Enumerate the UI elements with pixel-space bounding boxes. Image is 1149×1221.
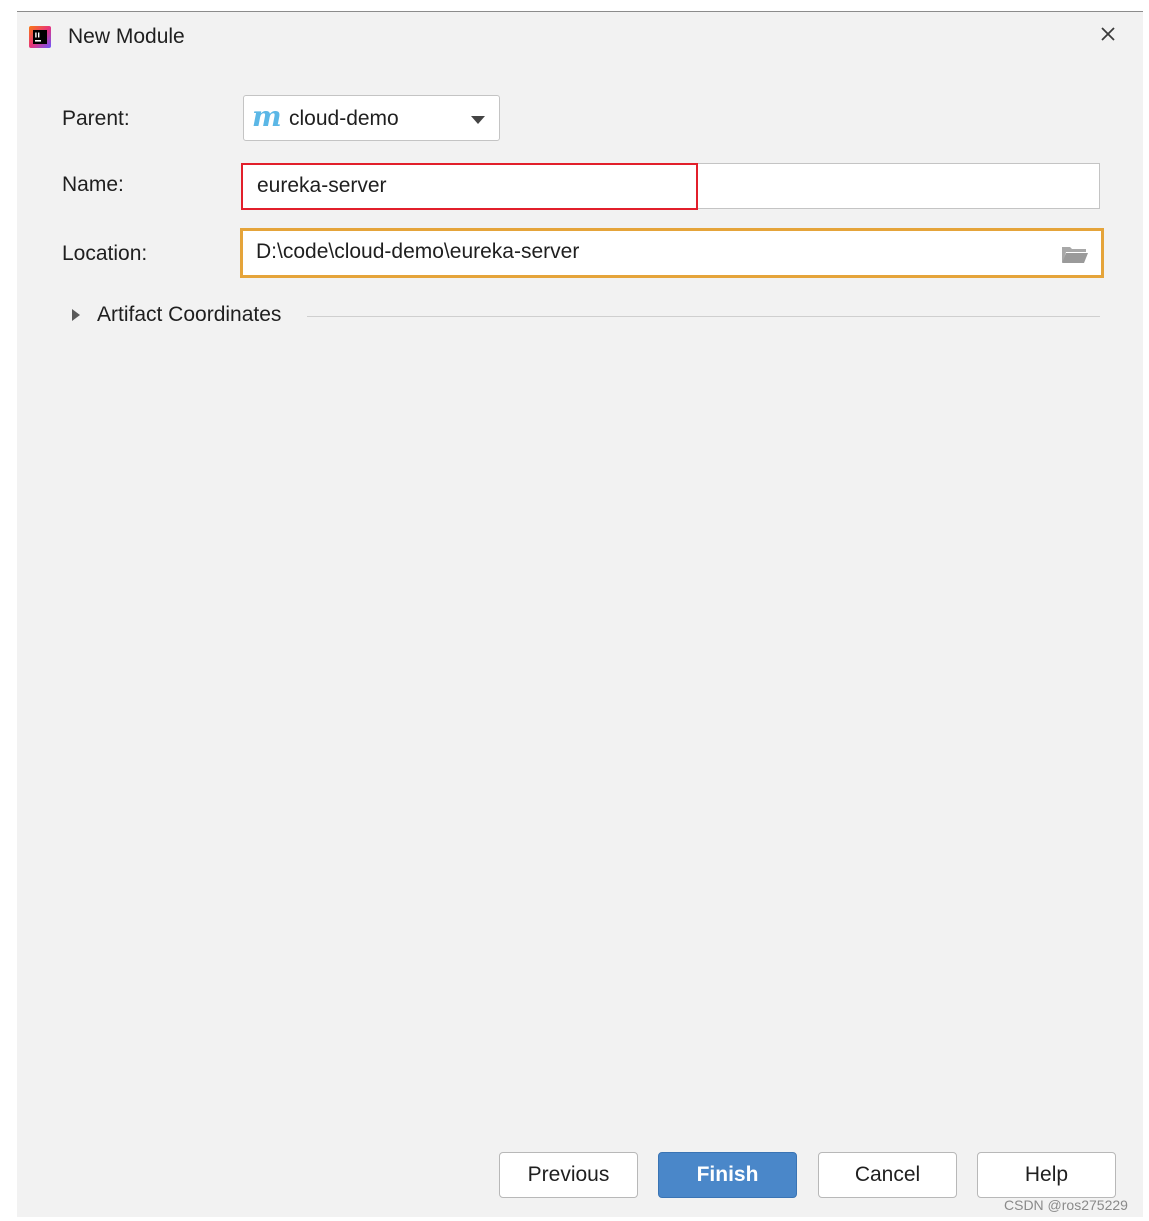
chevron-down-icon [471, 116, 485, 124]
help-button[interactable]: Help [977, 1152, 1116, 1198]
name-field[interactable]: eureka-server [241, 163, 1100, 209]
finish-button[interactable]: Finish [658, 1152, 797, 1198]
location-label: Location: [62, 242, 148, 265]
intellij-idea-icon [29, 26, 51, 48]
previous-button[interactable]: Previous [499, 1152, 638, 1198]
maven-icon: m [252, 100, 282, 133]
parent-label: Parent: [62, 107, 130, 130]
parent-dropdown[interactable]: m cloud-demo [243, 95, 500, 141]
name-value: eureka-server [257, 174, 387, 197]
cancel-button[interactable]: Cancel [818, 1152, 957, 1198]
folder-icon[interactable] [1061, 244, 1089, 264]
chevron-right-icon [72, 309, 80, 321]
dialog-title: New Module [68, 25, 185, 48]
name-label: Name: [62, 173, 124, 196]
new-module-dialog: New Module Parent: m cloud-demo Name: eu… [17, 11, 1143, 1217]
location-field[interactable]: D:\code\cloud-demo\eureka-server [240, 228, 1104, 278]
section-divider [307, 316, 1100, 317]
watermark: CSDN @ros275229 [1004, 1197, 1128, 1213]
title-bar: New Module [17, 12, 1143, 64]
close-icon[interactable] [1095, 21, 1121, 47]
parent-value: cloud-demo [289, 107, 399, 130]
location-value: D:\code\cloud-demo\eureka-server [256, 240, 580, 263]
artifact-coordinates-label: Artifact Coordinates [97, 303, 282, 326]
